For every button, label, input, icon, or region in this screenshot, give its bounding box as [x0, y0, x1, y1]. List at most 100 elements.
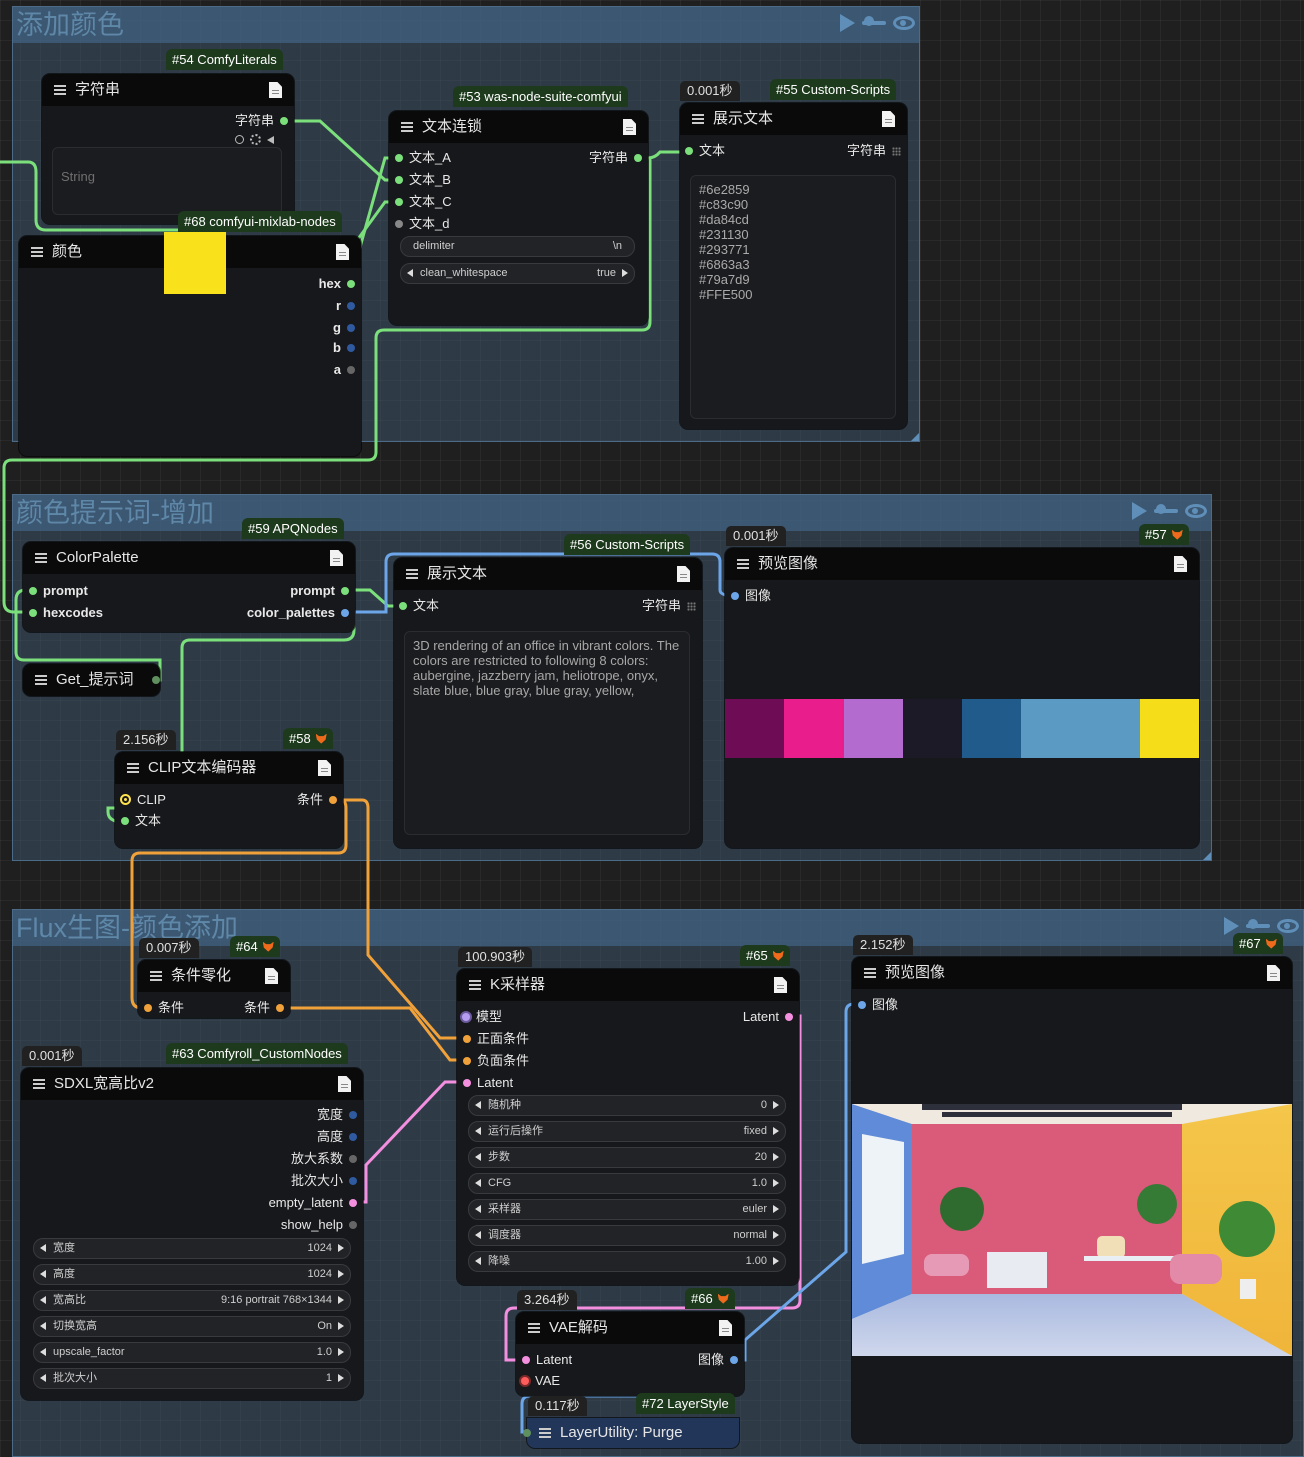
- node-clip-text-encode[interactable]: CLIP文本编码器 CLIP 文本 条件: [115, 752, 343, 848]
- node-vae-decode[interactable]: VAE解码 Latent VAE 图像: [516, 1312, 744, 1396]
- node-header[interactable]: 展示文本: [680, 103, 907, 135]
- output-slot-show-help[interactable]: show_help: [281, 1217, 357, 1233]
- slot-dot[interactable]: [349, 1110, 357, 1119]
- node-conditioning-zero-out[interactable]: 条件零化 条件 条件: [138, 960, 290, 1018]
- output-slot[interactable]: 字符串: [847, 143, 901, 159]
- slot-dot[interactable]: [462, 1012, 470, 1021]
- document-icon[interactable]: [338, 1076, 351, 1092]
- arrow-right-icon[interactable]: [338, 1374, 344, 1382]
- node-color-palette[interactable]: ColorPalette prompt hexcodes prompt colo…: [23, 542, 355, 632]
- group-header[interactable]: Flux生图-颜色添加: [13, 910, 1303, 946]
- slot-dot[interactable]: [349, 1176, 357, 1185]
- menu-icon[interactable]: [35, 553, 47, 563]
- menu-icon[interactable]: [528, 1323, 540, 1333]
- node-get-prompt[interactable]: Get_提示词: [23, 664, 160, 696]
- string-textarea[interactable]: String: [52, 147, 282, 215]
- slot-dot[interactable]: [347, 365, 355, 374]
- widget-control-after-generate[interactable]: 运行后操作 fixed: [468, 1121, 786, 1142]
- slot-dot[interactable]: [395, 153, 403, 162]
- node-string-literal[interactable]: 字符串 字符串 String: [42, 74, 294, 224]
- slot-dot[interactable]: [730, 1355, 738, 1364]
- document-icon[interactable]: [719, 1320, 732, 1336]
- node-header[interactable]: 条件零化: [138, 960, 290, 992]
- menu-icon[interactable]: [401, 122, 413, 132]
- output-slot-upscale[interactable]: 放大系数: [291, 1151, 357, 1167]
- arrow-right-icon[interactable]: [338, 1270, 344, 1278]
- input-slot-model[interactable]: 模型: [462, 1009, 502, 1025]
- node-header[interactable]: CLIP文本编码器: [115, 752, 343, 784]
- arrow-right-icon[interactable]: [773, 1101, 779, 1109]
- input-slot[interactable]: 条件: [144, 1000, 184, 1016]
- widget-scheduler[interactable]: 调度器 normal: [468, 1225, 786, 1246]
- slot-dot[interactable]: [121, 816, 129, 825]
- slot-dot[interactable]: [276, 1003, 284, 1012]
- input-dot[interactable]: [523, 1429, 531, 1437]
- output-slot-a[interactable]: a: [334, 362, 355, 378]
- input-slot-text-d[interactable]: 文本_d: [395, 216, 449, 232]
- node-sdxl-aspect-ratio[interactable]: SDXL宽高比v2 宽度 高度 放大系数 批次大小 empty_latent s…: [21, 1068, 363, 1400]
- output-slot[interactable]: 条件: [297, 792, 337, 808]
- text-display[interactable]: #6e2859 #c83c90 #da84cd #231130 #293771 …: [690, 175, 896, 419]
- arrow-left-icon[interactable]: [475, 1127, 481, 1135]
- menu-icon[interactable]: [33, 1079, 45, 1089]
- node-ksampler[interactable]: K采样器 模型 正面条件 负面条件 Latent Latent 随机种 0 运行后…: [457, 969, 799, 1285]
- input-slot[interactable]: 图像: [731, 588, 771, 604]
- widget-steps[interactable]: 步数 20: [468, 1147, 786, 1168]
- menu-icon[interactable]: [539, 1428, 551, 1438]
- input-slot-clip[interactable]: CLIP: [120, 792, 166, 808]
- widget-upscale-factor[interactable]: upscale_factor 1.0: [33, 1342, 351, 1363]
- node-header[interactable]: 预览图像: [852, 957, 1292, 989]
- document-icon[interactable]: [330, 550, 343, 566]
- document-icon[interactable]: [1267, 965, 1280, 981]
- node-preview-palette[interactable]: 预览图像 图像: [725, 548, 1199, 848]
- menu-icon[interactable]: [406, 569, 418, 579]
- slot-dot[interactable]: [341, 608, 349, 617]
- widget-width[interactable]: 宽度 1024: [33, 1238, 351, 1259]
- output-slot-height[interactable]: 高度: [317, 1129, 357, 1145]
- menu-icon[interactable]: [35, 675, 47, 685]
- output-slot[interactable]: 字符串: [235, 113, 288, 129]
- arrow-right-icon[interactable]: [338, 1322, 344, 1330]
- arrow-right-icon[interactable]: [773, 1257, 779, 1265]
- slot-dot[interactable]: [395, 219, 403, 228]
- document-icon[interactable]: [677, 566, 690, 582]
- group-header[interactable]: 添加颜色: [13, 7, 919, 43]
- node-preview-image[interactable]: 预览图像 图像: [852, 957, 1292, 1443]
- settings-icon[interactable]: [250, 134, 261, 145]
- arrow-right-icon[interactable]: [338, 1244, 344, 1252]
- widget-batch-size[interactable]: 批次大小 1: [33, 1368, 351, 1389]
- slot-dot[interactable]: [399, 601, 407, 610]
- output-slot[interactable]: 条件: [244, 1000, 284, 1016]
- widget-height[interactable]: 高度 1024: [33, 1264, 351, 1285]
- eye-icon[interactable]: [893, 16, 915, 30]
- arrow-left-icon[interactable]: [475, 1101, 481, 1109]
- resize-handle[interactable]: [1203, 852, 1211, 860]
- input-slot-vae[interactable]: VAE: [521, 1373, 560, 1389]
- slot-dot[interactable]: [347, 279, 355, 288]
- input-slot[interactable]: 文本: [399, 598, 439, 614]
- document-icon[interactable]: [265, 968, 278, 984]
- pin-icon[interactable]: [862, 16, 886, 26]
- delimiter-field[interactable]: delimiter \n: [400, 236, 635, 257]
- slot-dot[interactable]: [347, 323, 355, 332]
- output-dot[interactable]: [152, 676, 160, 684]
- slot-dot[interactable]: [685, 146, 693, 155]
- pin-icon[interactable]: [1246, 919, 1270, 929]
- slot-dot[interactable]: [329, 795, 337, 804]
- document-icon[interactable]: [882, 111, 895, 127]
- slot-dot[interactable]: [347, 343, 355, 352]
- arrow-left-icon[interactable]: [407, 269, 413, 277]
- slot-dot[interactable]: [349, 1198, 357, 1207]
- output-slot-g[interactable]: g: [333, 320, 355, 336]
- arrow-right-icon[interactable]: [338, 1296, 344, 1304]
- input-slot-positive[interactable]: 正面条件: [463, 1031, 529, 1047]
- arrow-left-icon[interactable]: [475, 1257, 481, 1265]
- input-slot[interactable]: 图像: [858, 997, 898, 1013]
- slot-dot[interactable]: [463, 1056, 471, 1065]
- input-slot-text[interactable]: 文本: [121, 813, 161, 829]
- input-slot-prompt[interactable]: prompt: [29, 583, 88, 599]
- pin-icon[interactable]: [1154, 504, 1178, 514]
- widget-sampler[interactable]: 采样器 euler: [468, 1199, 786, 1220]
- arrow-right-icon[interactable]: [622, 269, 628, 277]
- group-header[interactable]: 颜色提示词-增加: [13, 495, 1211, 531]
